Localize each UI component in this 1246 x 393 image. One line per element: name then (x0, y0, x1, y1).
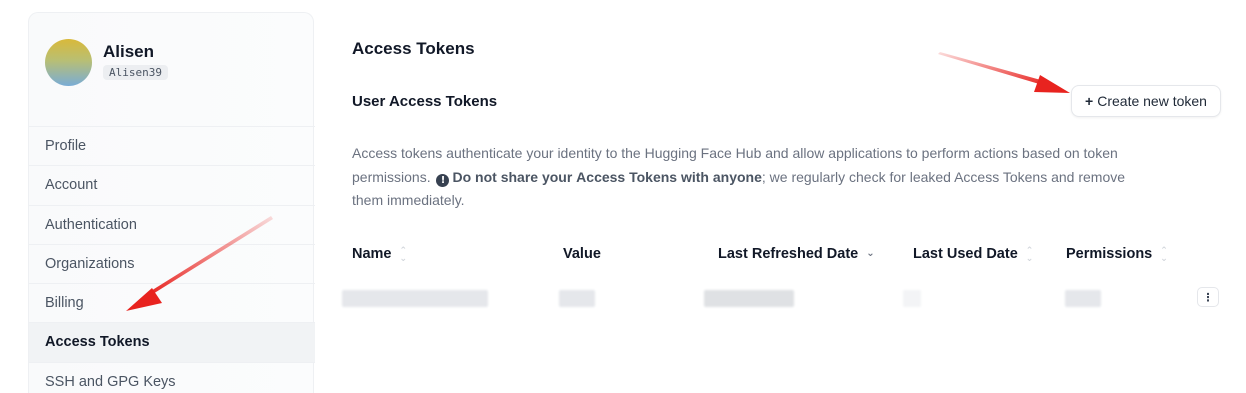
sidebar-item-organizations[interactable]: Organizations (29, 243, 315, 283)
redacted-refreshed-date (704, 290, 794, 307)
create-new-token-label: Create new token (1097, 93, 1207, 109)
user-handle: Alisen39 (103, 65, 168, 80)
sort-icon: ⌃ ⌄ (1025, 245, 1034, 263)
sort-icon: ⌃ ⌄ (399, 245, 408, 263)
avatar[interactable] (45, 39, 92, 86)
tokens-description: Access tokens authenticate your identity… (352, 145, 1126, 208)
info-icon: ! (436, 173, 450, 187)
sort-descending-icon: ⌄ (866, 248, 875, 259)
sidebar-item-access-tokens[interactable]: Access Tokens (29, 322, 315, 362)
settings-sidebar: Alisen Alisen39 Profile Account Authenti… (28, 12, 315, 393)
column-header-last-refreshed-date[interactable]: Last Refreshed Date ⌄ (718, 246, 875, 262)
create-new-token-button[interactable]: + Create new token (1071, 85, 1221, 117)
sidebar-item-account[interactable]: Account (29, 165, 315, 204)
plus-icon: + (1085, 93, 1094, 109)
redacted-token-name (342, 290, 488, 307)
sidebar-item-authentication[interactable]: Authentication (29, 204, 315, 244)
column-header-last-used-date[interactable]: Last Used Date ⌃ ⌄ (913, 245, 1034, 263)
sidebar-item-profile[interactable]: Profile (29, 126, 315, 165)
section-title: User Access Tokens (352, 93, 498, 110)
sidebar-item-ssh-gpg-keys[interactable]: SSH and GPG Keys (29, 361, 315, 393)
column-header-name[interactable]: Name ⌃ ⌄ (352, 245, 408, 263)
column-header-value: Value (563, 246, 601, 262)
sort-icon: ⌃ ⌄ (1160, 245, 1168, 263)
main-content: Access Tokens User Access Tokens + Creat… (342, 0, 1232, 393)
page-title: Access Tokens (352, 39, 475, 58)
redacted-token-value (559, 290, 595, 307)
sidebar-item-billing[interactable]: Billing (29, 283, 315, 322)
settings-nav: Profile Account Authentication Organizat… (29, 126, 315, 393)
redacted-permissions (1065, 290, 1101, 307)
column-header-permissions[interactable]: Permissions ⌃ ⌄ (1066, 245, 1168, 263)
user-name: Alisen (103, 42, 155, 61)
redacted-used-date (903, 290, 921, 307)
row-menu-button[interactable]: ⋮ (1197, 287, 1219, 307)
user-profile[interactable]: Alisen Alisen39 (45, 39, 168, 86)
